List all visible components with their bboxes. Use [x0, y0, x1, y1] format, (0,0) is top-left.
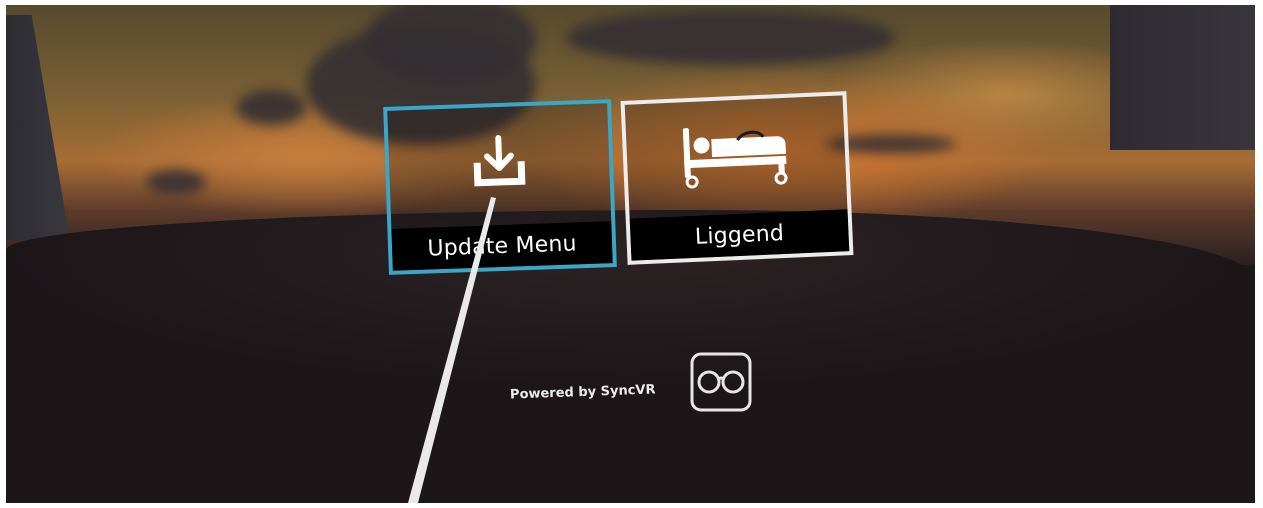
cloud	[146, 170, 206, 195]
update-menu-button[interactable]: Update Menu	[383, 99, 617, 275]
liggend-button[interactable]: Liggend	[620, 91, 854, 265]
right-wall	[1110, 5, 1255, 150]
cloud	[566, 10, 896, 65]
bed-patient-icon	[625, 95, 848, 214]
vr-viewport: Update Menu Liggend Powered by SyncVR	[6, 5, 1255, 503]
update-menu-label: Update Menu	[391, 221, 613, 271]
syncvr-logo-icon	[690, 352, 752, 412]
download-icon	[387, 103, 611, 221]
liggend-label: Liggend	[629, 209, 850, 261]
cloud	[236, 90, 306, 125]
